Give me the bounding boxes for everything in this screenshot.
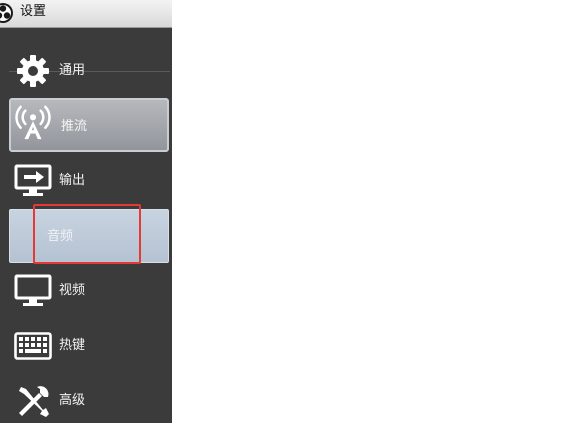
sidebar-item-label: 推流 xyxy=(61,119,88,134)
keyboard-icon xyxy=(14,329,52,363)
sidebar-item-general[interactable]: 通用 xyxy=(9,44,169,98)
sidebar-item-label: 热键 xyxy=(59,338,86,353)
broadcast-antenna-icon xyxy=(14,105,52,140)
sidebar-item-video[interactable]: 视频 xyxy=(9,264,169,318)
monitor-icon xyxy=(14,274,52,308)
window-title: 设置 xyxy=(20,4,47,19)
sidebar-item-output[interactable]: 输出 xyxy=(9,154,169,208)
title-bar: 设置 xyxy=(0,0,172,28)
sidebar-item-hotkeys[interactable]: 热键 xyxy=(9,319,169,373)
gear-icon xyxy=(14,54,52,88)
sidebar-item-label: 通用 xyxy=(59,63,86,78)
obs-logo-icon xyxy=(0,3,13,23)
tools-icon xyxy=(14,384,52,418)
sidebar-item-advanced[interactable]: 高级 xyxy=(9,374,169,428)
monitor-arrow-icon xyxy=(14,164,52,198)
sidebar-item-label: 输出 xyxy=(59,173,86,188)
sidebar-item-label: 高级 xyxy=(59,393,86,408)
sidebar-item-label: 视频 xyxy=(59,283,86,298)
highlight-annotation-box xyxy=(33,204,141,264)
sidebar-item-stream[interactable]: 推流 xyxy=(9,98,169,152)
